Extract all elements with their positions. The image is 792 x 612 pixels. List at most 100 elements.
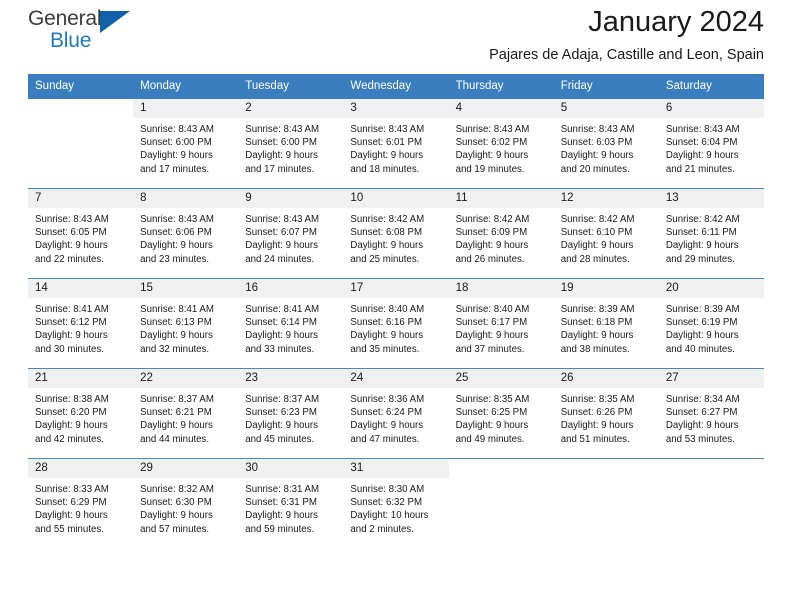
day-number: 26 <box>560 372 574 384</box>
day-detail-cell: Sunrise: 8:41 AM Sunset: 6:14 PM Daylight:… <box>238 298 344 369</box>
day-detail: Sunrise: 8:43 AM Sunset: 6:00 PM Daylight:… <box>238 118 343 182</box>
empty-detail-cell <box>659 478 764 548</box>
day-number-cell[interactable]: 28 <box>28 458 134 478</box>
sunset-text: Sunset: 6:23 PM <box>245 407 317 419</box>
day-number: 24 <box>350 372 364 384</box>
day-number: 20 <box>665 282 679 294</box>
sunset-text: Sunset: 6:07 PM <box>245 227 317 239</box>
daylight-text-line2: and 21 minutes. <box>665 163 735 175</box>
calendar-page: General Blue January 2024 Pajares de Ada… <box>0 0 792 612</box>
sunrise-sunset-calendar: Sunday Monday Tuesday Wednesday Thursday… <box>28 74 764 548</box>
day-number-cell[interactable]: 15 <box>133 278 239 298</box>
day-detail-cell: Sunrise: 8:43 AM Sunset: 6:07 PM Daylight:… <box>238 208 344 279</box>
day-number-cell[interactable]: 25 <box>448 368 554 388</box>
brand-logo[interactable]: General Blue <box>28 6 148 64</box>
day-number-cell[interactable]: 5 <box>553 99 659 118</box>
day-number-cell[interactable]: 11 <box>448 188 554 208</box>
day-number-cell[interactable]: 24 <box>343 368 449 388</box>
day-number-cell[interactable]: 20 <box>658 278 764 298</box>
daylight-text-line2: and 40 minutes. <box>665 343 735 355</box>
day-detail: Sunrise: 8:41 AM Sunset: 6:12 PM Daylight:… <box>28 298 133 362</box>
sunset-text: Sunset: 6:10 PM <box>560 227 633 239</box>
day-number-cell[interactable]: 7 <box>28 188 134 208</box>
day-number-cell[interactable]: 27 <box>658 368 764 388</box>
day-number: 30 <box>245 462 259 474</box>
sunset-text: Sunset: 6:18 PM <box>560 317 633 329</box>
day-detail-cell: Sunrise: 8:43 AM Sunset: 6:03 PM Daylight:… <box>553 118 659 189</box>
day-number: 12 <box>560 192 574 204</box>
day-number-cell[interactable]: 19 <box>553 278 659 298</box>
day-number-cell[interactable]: 17 <box>343 278 449 298</box>
day-number-cell[interactable]: 18 <box>448 278 554 298</box>
day-number-cell[interactable]: 2 <box>238 99 344 118</box>
sunrise-text: Sunrise: 8:35 AM <box>455 394 530 405</box>
day-number-cell[interactable]: 8 <box>133 188 239 208</box>
daylight-text-line1: Daylight: 9 hours <box>560 150 634 162</box>
day-number-cell[interactable]: 14 <box>28 278 134 298</box>
day-number-cell[interactable]: 6 <box>658 99 764 118</box>
day-number: 4 <box>455 102 462 114</box>
sunrise-text: Sunrise: 8:39 AM <box>560 304 635 315</box>
day-detail: Sunrise: 8:37 AM Sunset: 6:21 PM Daylight:… <box>133 388 238 452</box>
daylight-text-line1: Daylight: 9 hours <box>665 420 739 432</box>
day-number-cell[interactable]: 23 <box>238 368 344 388</box>
daylight-text-line2: and 45 minutes. <box>245 433 315 445</box>
day-detail-cell: Sunrise: 8:43 AM Sunset: 6:02 PM Daylight:… <box>448 118 554 189</box>
sunset-text: Sunset: 6:01 PM <box>350 137 423 149</box>
calendar-header-row: Sunday Monday Tuesday Wednesday Thursday… <box>28 74 764 99</box>
day-number: 16 <box>245 282 259 294</box>
daylight-text-line1: Daylight: 9 hours <box>350 240 424 252</box>
empty-day-cell <box>28 99 133 118</box>
day-number: 25 <box>455 372 469 384</box>
day-detail: Sunrise: 8:43 AM Sunset: 6:05 PM Daylight:… <box>28 208 133 272</box>
daylight-text-line2: and 38 minutes. <box>560 343 630 355</box>
day-detail: Sunrise: 8:43 AM Sunset: 6:00 PM Daylight:… <box>133 118 238 182</box>
day-number-cell[interactable]: 26 <box>553 368 659 388</box>
day-detail: Sunrise: 8:43 AM Sunset: 6:07 PM Daylight:… <box>238 208 343 272</box>
daylight-text-line1: Daylight: 9 hours <box>560 420 634 432</box>
sunrise-text: Sunrise: 8:42 AM <box>350 214 425 225</box>
daylight-text-line1: Daylight: 9 hours <box>560 240 634 252</box>
sunrise-text: Sunrise: 8:39 AM <box>665 304 740 315</box>
day-number-cell[interactable]: 4 <box>448 99 554 118</box>
page-header: General Blue January 2024 Pajares de Ada… <box>28 0 764 74</box>
daylight-text-line1: Daylight: 9 hours <box>455 330 529 342</box>
day-number-cell[interactable]: 29 <box>133 458 239 478</box>
day-detail: Sunrise: 8:43 AM Sunset: 6:03 PM Daylight:… <box>554 118 659 182</box>
day-detail-cell: Sunrise: 8:35 AM Sunset: 6:25 PM Daylight:… <box>448 388 554 459</box>
day-number-cell[interactable]: 16 <box>238 278 344 298</box>
sunset-text: Sunset: 6:16 PM <box>350 317 423 329</box>
day-detail: Sunrise: 8:31 AM Sunset: 6:31 PM Daylight:… <box>238 478 343 542</box>
daylight-text-line1: Daylight: 9 hours <box>245 240 318 252</box>
day-number-cell[interactable]: 21 <box>28 368 134 388</box>
day-number-cell[interactable]: 1 <box>133 99 239 118</box>
sunrise-text: Sunrise: 8:43 AM <box>665 124 740 135</box>
sunset-text: Sunset: 6:31 PM <box>245 497 317 509</box>
day-number-cell[interactable]: 10 <box>343 188 449 208</box>
day-number: 6 <box>665 102 673 114</box>
day-number-cell[interactable]: 9 <box>238 188 344 208</box>
sunrise-text: Sunrise: 8:43 AM <box>350 124 425 135</box>
day-number-cell[interactable]: 31 <box>343 458 449 478</box>
day-number: 9 <box>245 192 252 204</box>
day-detail-cell: Sunrise: 8:42 AM Sunset: 6:11 PM Daylight:… <box>658 208 764 279</box>
day-detail: Sunrise: 8:43 AM Sunset: 6:04 PM Daylight:… <box>659 118 764 182</box>
day-detail: Sunrise: 8:35 AM Sunset: 6:26 PM Daylight:… <box>554 388 659 452</box>
daylight-text-line1: Daylight: 9 hours <box>140 150 213 162</box>
daylight-text-line2: and 57 minutes. <box>140 523 210 535</box>
day-number-cell[interactable]: 30 <box>238 458 344 478</box>
day-number-cell[interactable]: 3 <box>343 99 449 118</box>
day-number: 2 <box>245 102 252 114</box>
day-number: 14 <box>35 282 48 294</box>
day-detail: Sunrise: 8:43 AM Sunset: 6:06 PM Daylight:… <box>133 208 238 272</box>
sunset-text: Sunset: 6:32 PM <box>350 497 423 509</box>
sunset-text: Sunset: 6:09 PM <box>455 227 528 239</box>
sunset-text: Sunset: 6:02 PM <box>455 137 528 149</box>
day-number-cell[interactable]: 12 <box>553 188 659 208</box>
day-number-cell[interactable]: 22 <box>133 368 239 388</box>
day-number: 22 <box>140 372 153 384</box>
empty-day-cell <box>553 458 659 478</box>
calendar-week-detail-row: Sunrise: 8:33 AM Sunset: 6:29 PM Daylight:… <box>28 478 764 548</box>
day-number-cell[interactable]: 13 <box>658 188 764 208</box>
daylight-text-line2: and 42 minutes. <box>35 433 104 445</box>
